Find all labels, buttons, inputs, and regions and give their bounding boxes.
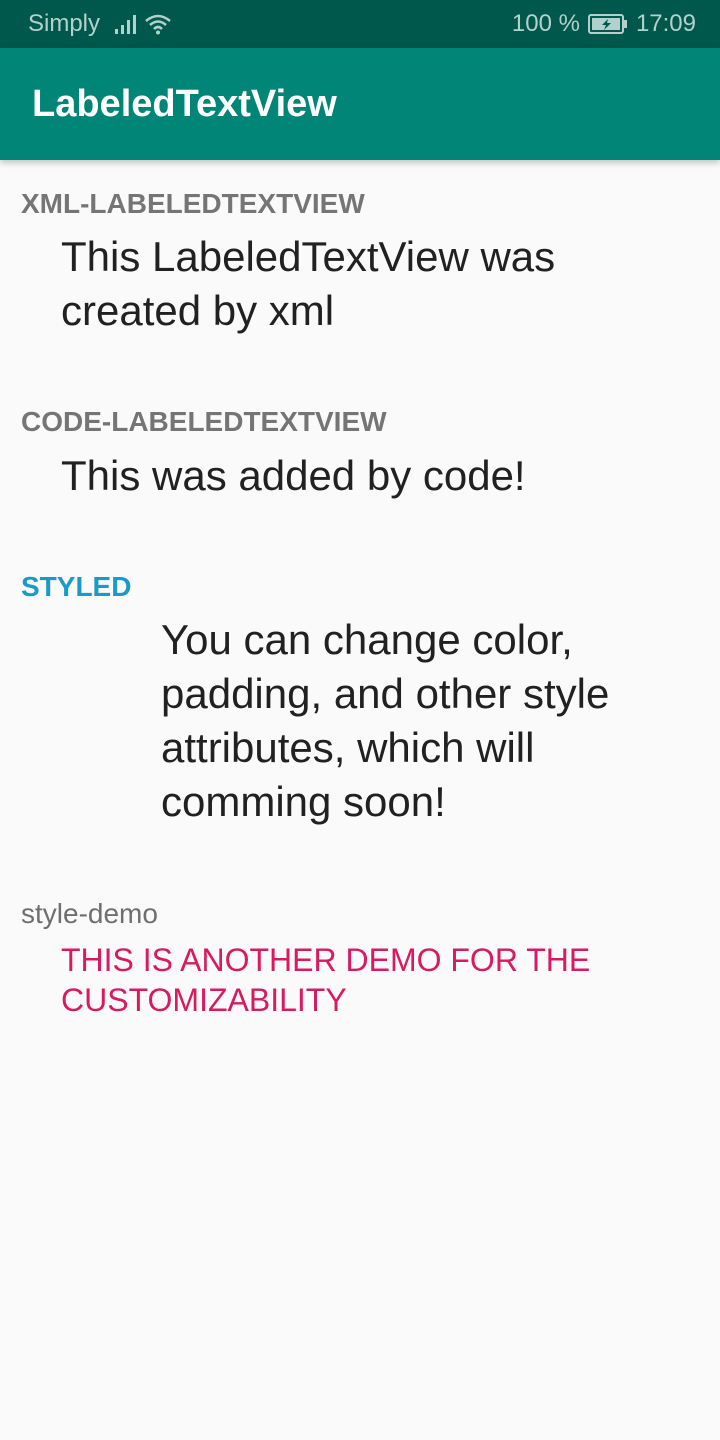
carrier-name: Simply [28, 10, 101, 37]
clock-time: 17:09 [635, 10, 696, 37]
app-title: LabeledTextView [32, 83, 337, 125]
style-demo-value: THIS IS ANOTHER DEMO FOR THE CUSTOMIZABI… [61, 942, 591, 1018]
signal-icon [114, 13, 138, 35]
xml-labeledtextview-label: XML-LABELEDTEXTVIEW [21, 188, 365, 219]
status-right: 100 % 17:09 [512, 0, 696, 48]
code-labeledtextview-label: CODE-LABELEDTEXTVIEW [21, 406, 387, 437]
app-bar: LabeledTextView [0, 48, 720, 160]
styled-value: You can change color, padding, and other… [161, 616, 610, 825]
wifi-icon [144, 13, 172, 35]
style-demo-label: style-demo [21, 898, 158, 929]
battery-percent: 100 % [511, 10, 580, 37]
status-left: Simply [28, 0, 172, 48]
status-bar: Simply 100 % 17:09 [0, 0, 720, 48]
styled-label: STYLED [21, 571, 132, 602]
code-labeledtextview-value: This was added by code! [61, 452, 526, 499]
battery-charging-icon [587, 13, 628, 35]
xml-labeledtextview-value: This LabeledTextView was created by xml [61, 233, 556, 334]
